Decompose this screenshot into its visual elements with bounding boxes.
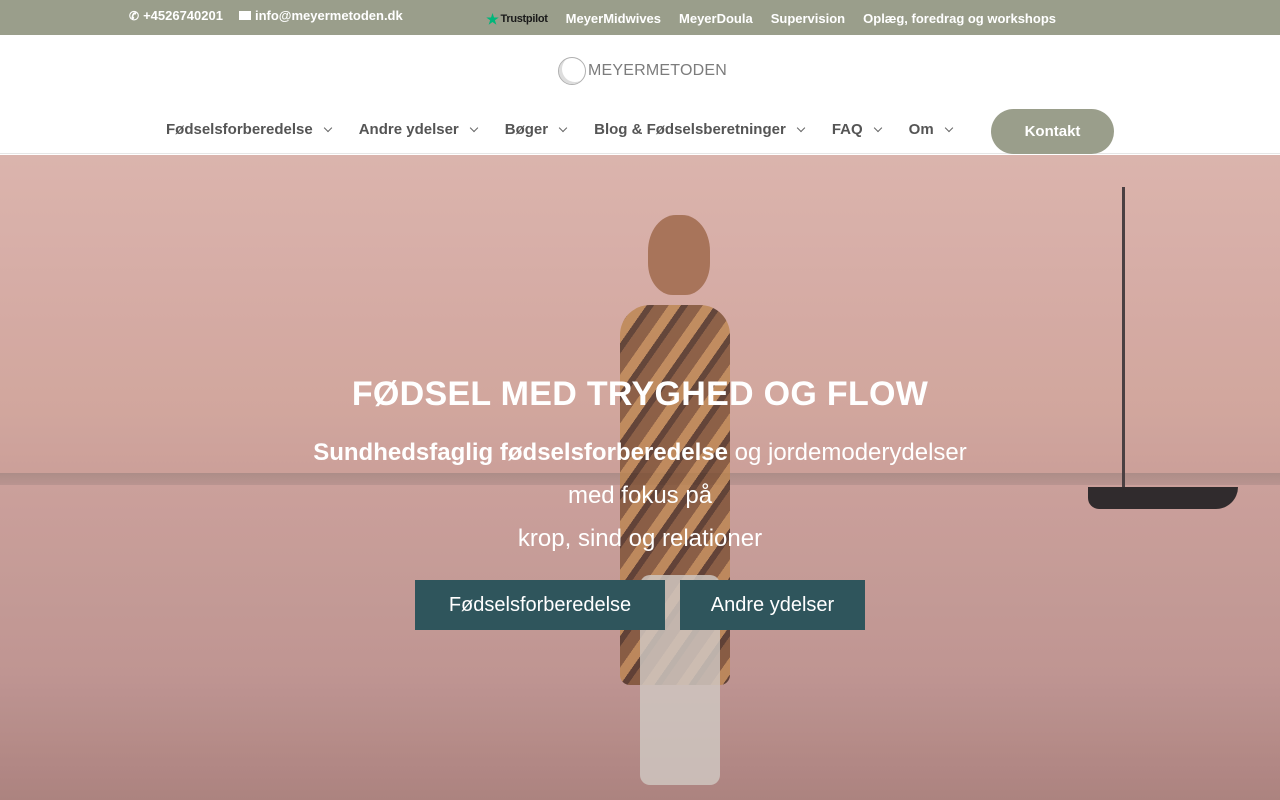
chevron-down-icon: [796, 123, 806, 133]
top-link-supervision[interactable]: Supervision: [771, 11, 845, 26]
nav-item-faq[interactable]: FAQ: [831, 121, 882, 138]
nav-item-om[interactable]: Om: [908, 121, 953, 138]
kontakt-button[interactable]: Kontakt: [991, 109, 1114, 154]
chevron-down-icon: [944, 123, 953, 133]
hero-subtitle-line2: med fokus på: [567, 482, 713, 509]
chevron-down-icon: [873, 123, 882, 133]
phone-link[interactable]: ✆ +4526740201: [129, 8, 223, 23]
email-address[interactable]: info@meyermetoden.dk: [255, 8, 403, 23]
nav-label: Om: [908, 121, 934, 138]
phone-icon: ✆: [129, 8, 140, 23]
mail-icon: [238, 11, 251, 20]
hero-subtitle-line1: Sundhedsfaglig fødselsforberedelse og jo…: [240, 431, 1040, 474]
hero-subtitle: Sundhedsfaglig fødselsforberedelse og jo…: [240, 431, 1040, 560]
main-nav: Fødselsforberedelse Andre ydelser Bøger …: [166, 121, 980, 138]
nav-item-blog[interactable]: Blog & Fødselsberetninger: [594, 121, 806, 138]
trustpilot-label: Trustpilot: [500, 12, 548, 25]
nav-label: Andre ydelser: [358, 121, 459, 138]
fodselsforberedelse-button[interactable]: Fødselsforberedelse: [415, 580, 665, 630]
top-link-oplaeg[interactable]: Oplæg, foredrag og workshops: [863, 11, 1056, 26]
contact-info: ✆ +4526740201 info@meyermetoden.dk: [129, 8, 403, 23]
email-link[interactable]: info@meyermetoden.dk: [238, 8, 403, 23]
hero-buttons: Fødselsforberedelse Andre ydelser: [415, 580, 865, 630]
phone-number[interactable]: +4526740201: [143, 8, 223, 23]
nav-label: Bøger: [504, 121, 549, 138]
andre-ydelser-button[interactable]: Andre ydelser: [680, 580, 865, 630]
site-header: MEYERMETODEN Fødselsforberedelse Andre y…: [0, 35, 1280, 154]
logo[interactable]: MEYERMETODEN: [558, 57, 727, 85]
nav-label: Fødselsforberedelse: [166, 121, 313, 138]
nav-item-andre-ydelser[interactable]: Andre ydelser: [358, 121, 479, 138]
logo-ring-icon: [558, 57, 586, 85]
top-link-meyerdoula[interactable]: MeyerDoula: [679, 11, 753, 26]
hero-subtitle-rest: og jordemoderydelser: [727, 439, 967, 466]
hero-subtitle-bold: Sundhedsfaglig fødselsforberedelse: [313, 439, 728, 466]
top-bar: ✆ +4526740201 info@meyermetoden.dk ★ Tru…: [0, 0, 1280, 35]
nav-item-fodselsforberedelse[interactable]: Fødselsforberedelse: [166, 121, 332, 138]
nav-label: Blog & Fødselsberetninger: [594, 121, 786, 138]
chevron-down-icon: [469, 123, 479, 133]
hero-title: FØDSEL MED TRYGHED OG FLOW: [351, 375, 929, 413]
nav-label: FAQ: [831, 121, 863, 138]
chevron-down-icon: [323, 123, 332, 133]
top-links: ★ Trustpilot MeyerMidwives MeyerDoula Su…: [486, 11, 1056, 26]
nav-item-boger[interactable]: Bøger: [504, 121, 568, 138]
hero-subtitle-line3: krop, sind og relationer: [517, 525, 763, 552]
hero-section: FØDSEL MED TRYGHED OG FLOW Sundhedsfagli…: [0, 155, 1280, 800]
star-icon: ★: [486, 10, 499, 27]
top-link-meyermidwives[interactable]: MeyerMidwives: [566, 11, 661, 26]
trustpilot-link[interactable]: ★ Trustpilot: [486, 10, 548, 27]
logo-text: MEYERMETODEN: [588, 62, 728, 79]
chevron-down-icon: [558, 123, 568, 133]
